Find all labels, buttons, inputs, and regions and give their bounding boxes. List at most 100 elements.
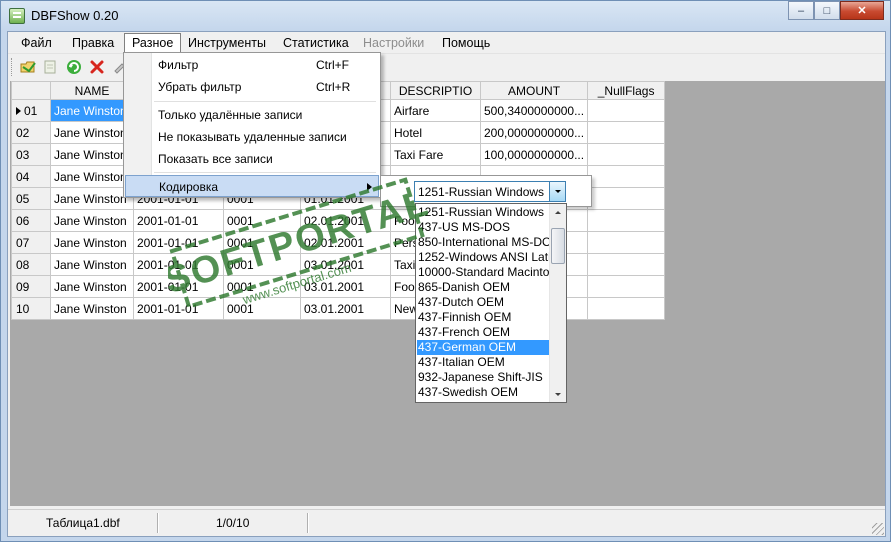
table-cell[interactable] xyxy=(587,121,666,144)
table-cell[interactable] xyxy=(587,187,666,210)
new-button[interactable] xyxy=(40,58,60,76)
table-cell[interactable]: 100,0000000000... xyxy=(479,143,589,166)
minimize-button[interactable]: – xyxy=(788,1,814,20)
table-cell[interactable]: 0001 xyxy=(223,297,301,320)
open-button[interactable] xyxy=(18,58,38,76)
column-header[interactable]: _NullFlags xyxy=(587,81,666,100)
table-cell[interactable]: 2001-01-01 xyxy=(133,209,224,232)
maximize-button[interactable]: □ xyxy=(814,1,840,20)
menu-bar: Файл Правка Разное Инструменты Статистик… xyxy=(8,32,885,54)
table-cell[interactable]: Jane Winston xyxy=(50,209,134,232)
table-cell[interactable]: Jane Winston xyxy=(50,187,134,210)
row-header[interactable]: 06 xyxy=(11,209,51,232)
combobox-dropdown-button[interactable] xyxy=(549,182,565,201)
menu-item-remove-filter[interactable]: Убрать фильтр Ctrl+R xyxy=(125,76,379,98)
table-cell[interactable]: 03.01.2001 xyxy=(300,253,391,276)
table-cell[interactable]: 0001 xyxy=(223,275,301,298)
menu-edit[interactable]: Правка xyxy=(65,34,121,53)
refresh-button[interactable] xyxy=(64,58,84,76)
close-button[interactable]: ✕ xyxy=(840,1,884,20)
table-cell[interactable]: Hotel xyxy=(390,121,481,144)
table-cell[interactable]: Airfare xyxy=(390,99,481,122)
menu-tools[interactable]: Инструменты xyxy=(181,34,273,53)
menu-help[interactable]: Помощь xyxy=(435,34,497,53)
scroll-down-button[interactable] xyxy=(550,386,566,402)
row-header[interactable]: 01 xyxy=(11,99,51,122)
table-cell[interactable] xyxy=(587,165,666,188)
table-cell[interactable] xyxy=(587,143,666,166)
menu-item-hide-deleted[interactable]: Не показывать удаленные записи xyxy=(125,126,379,148)
table-cell[interactable] xyxy=(587,253,666,276)
title-bar[interactable]: DBFShow 0.20 – □ ✕ xyxy=(1,1,890,31)
menu-item-filter[interactable]: Фильтр Ctrl+F xyxy=(125,54,379,76)
menu-item-encoding[interactable]: Кодировка xyxy=(125,175,379,197)
table-cell[interactable]: 02.01.2001 xyxy=(300,209,391,232)
encoding-option[interactable]: 437-US MS-DOS xyxy=(417,220,550,235)
table-cell[interactable]: 0001 xyxy=(223,209,301,232)
encoding-option[interactable]: 437-French OEM xyxy=(417,325,550,340)
table-cell[interactable]: Jane Winston xyxy=(50,99,134,122)
column-header[interactable]: AMOUNT xyxy=(479,81,589,100)
toolbar-grip[interactable] xyxy=(11,58,14,76)
table-cell[interactable]: 500,3400000000... xyxy=(479,99,589,122)
menu-statistics[interactable]: Статистика xyxy=(276,34,356,53)
encoding-option[interactable]: 1251-Russian Windows xyxy=(417,205,550,220)
table-cell[interactable]: Jane Winston xyxy=(50,275,134,298)
menu-file[interactable]: Файл xyxy=(14,34,59,53)
row-header[interactable]: 02 xyxy=(11,121,51,144)
menu-item-only-deleted[interactable]: Только удалённые записи xyxy=(125,104,379,126)
menu-settings[interactable]: Настройки xyxy=(356,34,431,53)
encoding-option[interactable]: 1252-Windows ANSI Latin xyxy=(417,250,550,265)
encoding-option[interactable]: 865-Danish OEM xyxy=(417,280,550,295)
table-cell[interactable] xyxy=(587,231,666,254)
table-cell[interactable]: 0001 xyxy=(223,253,301,276)
encoding-option[interactable]: 437-Dutch OEM xyxy=(417,295,550,310)
row-header[interactable]: 07 xyxy=(11,231,51,254)
encoding-option[interactable]: 437-German OEM xyxy=(417,340,550,355)
column-header[interactable]: DESCRIPTIO xyxy=(390,81,481,100)
listbox-scrollbar[interactable] xyxy=(549,204,566,402)
table-cell[interactable]: 03.01.2001 xyxy=(300,297,391,320)
table-cell[interactable]: 2001-01-01 xyxy=(133,253,224,276)
scroll-up-button[interactable] xyxy=(550,204,566,220)
table-cell[interactable]: Jane Winston xyxy=(50,165,134,188)
table-cell[interactable]: Taxi Fare xyxy=(390,143,481,166)
encoding-listbox[interactable]: 1251-Russian Windows 437-US MS-DOS 850-Int… xyxy=(415,203,567,403)
row-header[interactable]: 10 xyxy=(11,297,51,320)
resize-grip[interactable] xyxy=(872,523,884,535)
table-cell[interactable]: 2001-01-01 xyxy=(133,297,224,320)
table-cell[interactable]: Jane Winston xyxy=(50,253,134,276)
encoding-option[interactable]: 10000-Standard Macintosh xyxy=(417,265,550,280)
table-cell[interactable]: 02.01.2001 xyxy=(300,231,391,254)
table-cell[interactable]: 03.01.2001 xyxy=(300,275,391,298)
row-header[interactable]: 09 xyxy=(11,275,51,298)
row-header[interactable]: 04 xyxy=(11,165,51,188)
encoding-option[interactable]: 437-Swedish OEM xyxy=(417,385,550,400)
scroll-thumb[interactable] xyxy=(551,228,565,264)
encoding-option[interactable]: 437-Finnish OEM xyxy=(417,310,550,325)
table-cell[interactable] xyxy=(587,99,666,122)
current-row-icon xyxy=(16,107,21,116)
encoding-combobox[interactable]: 1251-Russian Windows xyxy=(414,181,566,202)
table-cell[interactable] xyxy=(587,275,666,298)
table-cell[interactable]: 200,0000000000... xyxy=(479,121,589,144)
encoding-option[interactable]: 850-International MS-DOS xyxy=(417,235,550,250)
row-header[interactable]: 03 xyxy=(11,143,51,166)
table-cell[interactable]: 2001-01-01 xyxy=(133,231,224,254)
table-cell[interactable]: Jane Winston xyxy=(50,231,134,254)
table-cell[interactable]: 0001 xyxy=(223,231,301,254)
table-cell[interactable] xyxy=(587,297,666,320)
menu-misc[interactable]: Разное xyxy=(124,33,182,54)
table-cell[interactable] xyxy=(587,209,666,232)
encoding-option[interactable]: 437-Italian OEM xyxy=(417,355,550,370)
row-header[interactable]: 05 xyxy=(11,187,51,210)
table-cell[interactable]: Jane Winston xyxy=(50,143,134,166)
column-header[interactable]: NAME xyxy=(50,81,134,100)
table-cell[interactable]: Jane Winston xyxy=(50,121,134,144)
delete-button[interactable] xyxy=(87,58,107,76)
encoding-option[interactable]: 932-Japanese Shift-JIS xyxy=(417,370,550,385)
table-cell[interactable]: Jane Winston xyxy=(50,297,134,320)
table-cell[interactable]: 2001-01-01 xyxy=(133,275,224,298)
row-header[interactable]: 08 xyxy=(11,253,51,276)
menu-item-show-all[interactable]: Показать все записи xyxy=(125,148,379,170)
